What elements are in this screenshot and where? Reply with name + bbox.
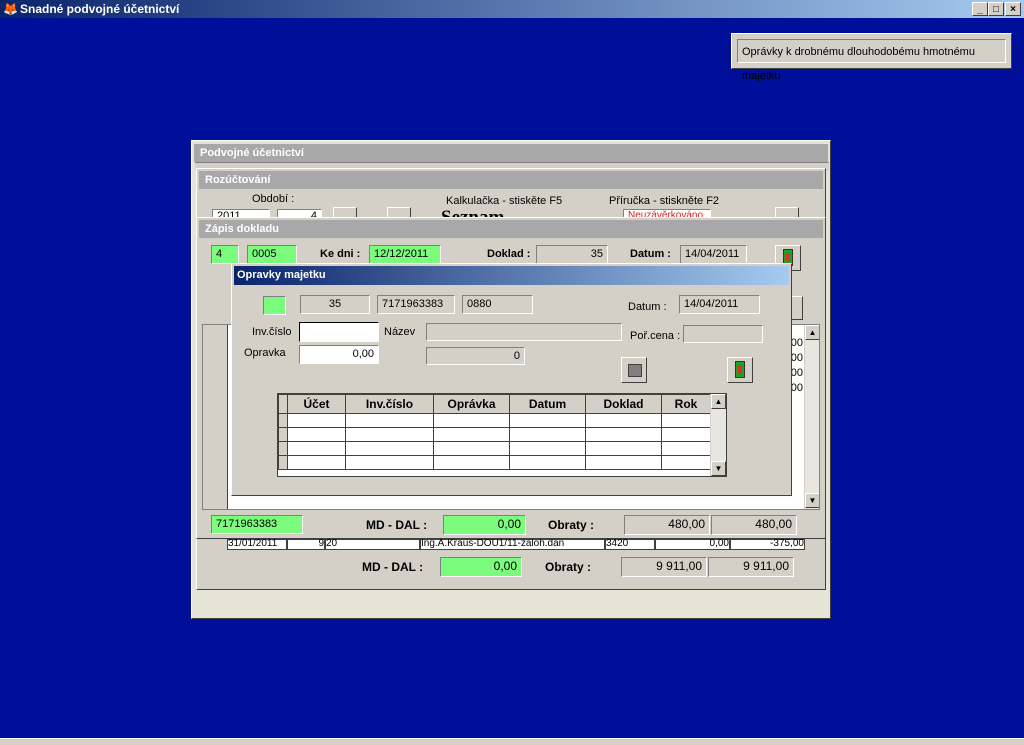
nazev-field (426, 323, 622, 341)
stop-button[interactable] (621, 357, 647, 383)
prirucka-hint: Příručka - stiskněte F2 (609, 195, 720, 207)
col-rok[interactable]: Rok (661, 394, 711, 414)
inv-cislo-label: Inv.číslo (252, 326, 292, 338)
zapis-title: Zápis dokladu (199, 220, 823, 238)
md-dal-value: 0,00 (443, 515, 526, 535)
minimize-button[interactable]: _ (972, 2, 988, 16)
back-row-date: 31/01/2011 (227, 539, 287, 550)
opravka-input[interactable]: 0,00 (299, 345, 379, 364)
account-field[interactable]: 7171963383 (211, 515, 303, 534)
close-button[interactable]: × (1005, 2, 1021, 16)
opravky-status-field (263, 296, 286, 315)
back-row-text: Ing.A.Kraus-DOU1/11-zaloh.dan (420, 539, 605, 550)
table-row[interactable] (278, 455, 711, 470)
scroll-down-icon[interactable]: ▼ (711, 461, 726, 476)
col-inv-cislo[interactable]: Inv.číslo (345, 394, 434, 414)
opravky-table: Účet Inv.číslo Oprávka Datum Doklad Rok (278, 394, 711, 470)
back-row-v1: 0,00 (655, 539, 730, 550)
info-box: Oprávky k drobnému dlouhodobému hmotnému… (731, 33, 1012, 82)
back-row-v2: -375,00 (730, 539, 805, 550)
opravky-exit-button[interactable] (727, 357, 753, 383)
porcena-field (683, 325, 763, 343)
app-title: Snadné podvojné účetnictví (20, 2, 180, 16)
back-row: 31/01/2011 9 20 Ing.A.Kraus-DOU1/11-zalo… (202, 539, 822, 550)
info-box-text: Oprávky k drobnému dlouhodobému hmotnému… (737, 39, 1006, 82)
bottom-md-dal-label: MD - DAL : (362, 560, 424, 574)
obraty-value-1: 480,00 (624, 515, 710, 535)
col-ucet[interactable]: Účet (287, 394, 346, 414)
ke-dni-field[interactable]: 12/12/2011 (369, 245, 441, 264)
kalkulacka-hint: Kalkulačka - stiskěte F5 (446, 195, 563, 207)
stop-square-icon (628, 364, 642, 377)
rozuctovani-title: Rozúčtování (199, 171, 823, 189)
opravky-scrollbar[interactable]: ▲ ▼ (710, 394, 726, 476)
table-row[interactable] (278, 427, 711, 442)
col-opravka[interactable]: Oprávka (433, 394, 510, 414)
ke-dni-label: Ke dni : (320, 248, 361, 260)
podvojne-status (194, 596, 828, 617)
app-logo-icon: 🦊 (3, 2, 18, 16)
opravky-grid: Účet Inv.číslo Oprávka Datum Doklad Rok … (277, 393, 727, 477)
md-dal-label: MD - DAL : (366, 518, 428, 532)
maximize-button[interactable]: □ (988, 2, 1004, 16)
bottom-obraty-2: 9 911,00 (708, 557, 794, 577)
opravky-table-header: Účet Inv.číslo Oprávka Datum Doklad Rok (278, 394, 711, 414)
back-row-a: 9 (287, 539, 325, 550)
bottom-obraty-label: Obraty : (545, 560, 592, 574)
doklad-field: 35 (536, 245, 608, 264)
zapis-side-button[interactable] (791, 296, 803, 320)
opravky-doklad-field: 35 (300, 295, 370, 314)
opravky-dialog: Opravky majetku 35 7171963383 0880 Datum… (231, 263, 792, 496)
col-doklad[interactable]: Doklad (585, 394, 662, 414)
inv-cislo-input[interactable] (299, 322, 379, 342)
app-titlebar: 🦊 Snadné podvojné účetnictví _ □ × (0, 0, 1024, 18)
podvojne-title: Podvojné účetnictví (194, 144, 828, 162)
table-row[interactable] (278, 413, 711, 428)
bottom-md-dal-value: 0,00 (440, 557, 522, 577)
obdobi-label: Období : (252, 193, 295, 205)
door-exit-icon (735, 361, 745, 378)
datum-field: 14/04/2011 (680, 245, 747, 264)
porcena-label: Poř.cena : (630, 330, 681, 342)
grid-indicator-col (203, 325, 228, 509)
opravky-ucet-field: 7171963383 (377, 295, 455, 314)
back-row-code: 3420 (605, 539, 655, 550)
scroll-down-icon[interactable]: ▼ (805, 493, 819, 508)
table-row[interactable] (278, 441, 711, 456)
doklad-label: Doklad : (487, 248, 531, 260)
opravky-datum-field: 14/04/2011 (679, 295, 760, 314)
datum-label: Datum : (630, 248, 671, 260)
scroll-up-icon[interactable]: ▲ (711, 394, 726, 409)
opravky-count-field: 0 (426, 347, 525, 365)
opravky-kod-field: 0880 (462, 295, 533, 314)
opravky-datum-label: Datum : (628, 301, 667, 313)
zapis-grid-scrollbar[interactable]: ▲ ▼ (804, 325, 819, 509)
obraty-label: Obraty : (548, 518, 595, 532)
back-row-b: 20 (325, 539, 420, 550)
zapis-field2[interactable]: 0005 (247, 245, 297, 264)
header-indicator (278, 394, 288, 414)
scroll-up-icon[interactable]: ▲ (805, 325, 819, 340)
opravky-title: Opravky majetku (234, 266, 789, 285)
nazev-label: Název (384, 326, 416, 338)
zapis-field1[interactable]: 4 (211, 245, 239, 264)
col-datum[interactable]: Datum (509, 394, 586, 414)
bottom-obraty-1: 9 911,00 (621, 557, 707, 577)
opravka-label: Opravka (244, 347, 286, 359)
obraty-value-2: 480,00 (711, 515, 797, 535)
